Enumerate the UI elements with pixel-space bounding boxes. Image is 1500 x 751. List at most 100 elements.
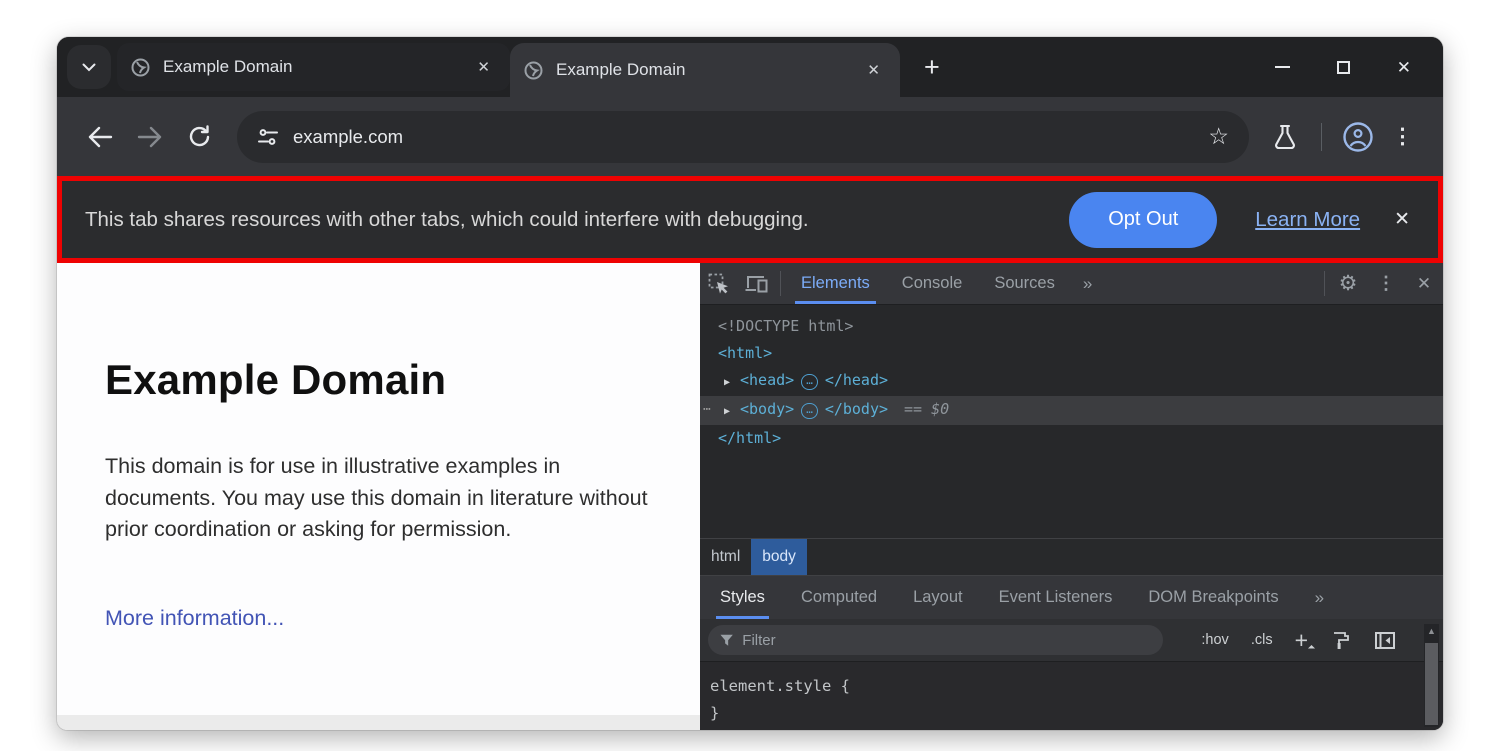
learn-more-link[interactable]: Learn More [1255,208,1360,232]
dom-node-html-open[interactable]: <html> [700,340,1443,367]
filter-funnel-icon [720,634,733,647]
inspect-cursor-icon [708,273,730,295]
tab-title: Example Domain [163,57,471,77]
window-close-button[interactable]: ✕ [1397,59,1411,76]
new-tab-button[interactable]: + [916,52,948,83]
tab-close-icon[interactable]: ✕ [471,56,496,78]
tab-styles[interactable]: Styles [720,576,765,619]
minimize-button[interactable] [1275,66,1290,68]
doctype-text: <!DOCTYPE html> [718,317,853,335]
infobar-close-icon[interactable]: ✕ [1394,208,1410,231]
dom-breadcrumb: html body [700,538,1443,575]
back-arrow-icon [87,126,113,148]
filter-field[interactable] [708,625,1163,655]
settings-gear-icon[interactable]: ⚙ [1329,263,1367,304]
styles-filter-bar: :hov .cls + [700,619,1443,662]
rendering-brush-button[interactable] [1332,631,1351,650]
scrollbar-up-icon[interactable]: ▲ [1424,626,1439,636]
more-information-link[interactable]: More information... [105,606,284,631]
device-toolbar-button[interactable] [738,263,776,304]
tab-layout[interactable]: Layout [913,576,963,619]
forward-button[interactable] [130,117,170,157]
tab-close-icon[interactable]: ✕ [861,59,886,81]
more-tabs-button[interactable]: » [1071,263,1102,304]
sharing-infobar: This tab shares resources with other tab… [57,176,1443,263]
maximize-button[interactable] [1337,61,1350,74]
profile-avatar-icon [1342,121,1374,153]
toolbar-divider [1321,123,1322,151]
dom-node-head[interactable]: ▶<head>…</head> [700,367,1443,396]
flask-icon [1273,124,1297,150]
globe-favicon-icon [131,58,150,77]
new-style-rule-button[interactable]: + [1295,629,1308,652]
globe-favicon-icon [524,61,543,80]
tab-event-listeners[interactable]: Event Listeners [999,576,1113,619]
reload-icon [188,125,212,149]
styles-editor[interactable]: element.style { } [700,662,1443,730]
paint-brush-icon [1332,631,1351,650]
breadcrumb-body[interactable]: body [751,539,807,575]
expand-arrow-icon[interactable]: ▶ [724,398,740,425]
tab-sources[interactable]: Sources [978,263,1071,304]
url-text[interactable]: example.com [293,126,1208,148]
device-toolbar-icon [745,274,769,294]
experiments-button[interactable] [1273,124,1297,150]
content-area: Example Domain This domain is for use in… [57,263,1443,730]
page-horizontal-scrollbar[interactable] [57,715,700,730]
scrollbar-thumb[interactable] [1425,643,1438,725]
browser-window: Example Domain ✕ Example Domain ✕ + ✕ [57,37,1443,730]
selected-node-hint: == $0 [904,400,949,418]
tab-example-domain-2[interactable]: Example Domain ✕ [510,43,900,97]
tab-title: Example Domain [556,60,861,80]
devtools-toolbar-divider [780,271,781,296]
tab-computed[interactable]: Computed [801,576,877,619]
class-toggle[interactable]: .cls [1251,632,1273,648]
tab-elements[interactable]: Elements [785,263,886,304]
browser-menu-button[interactable]: ⋮ [1380,124,1425,149]
site-settings-icon [257,128,279,146]
browser-toolbar: example.com ☆ ⋮ [57,97,1443,176]
style-rule-selector[interactable]: element.style { [710,673,1443,700]
bookmark-star-icon[interactable]: ☆ [1208,123,1229,150]
collapsed-content-icon[interactable]: … [801,403,818,419]
tab-example-domain-1[interactable]: Example Domain ✕ [117,43,510,91]
page-paragraph: This domain is for use in illustrative e… [105,451,650,546]
devtools-toolbar-right: ⚙ ⋮ ✕ [1320,263,1443,304]
devtools-toolbar: Elements Console Sources » ⚙ ⋮ ✕ [700,263,1443,305]
expand-arrow-icon[interactable]: ▶ [724,369,740,396]
infobar-message: This tab shares resources with other tab… [85,208,809,232]
sidebar-tabs: Styles Computed Layout Event Listeners D… [700,575,1443,619]
inspect-element-button[interactable] [700,263,738,304]
tab-search-button[interactable] [67,45,111,89]
page-title: Example Domain [105,356,446,404]
devtools-panel: Elements Console Sources » ⚙ ⋮ ✕ <!DOCTY… [700,263,1443,730]
profile-button[interactable] [1342,121,1374,153]
filter-input[interactable] [742,632,1151,649]
toggle-sidebar-button[interactable] [1375,632,1395,649]
reload-button[interactable] [180,117,220,157]
collapsed-content-icon[interactable]: … [801,374,818,390]
address-bar[interactable]: example.com ☆ [237,111,1249,163]
styles-scrollbar[interactable]: ▲ [1424,624,1439,727]
panel-toggle-icon [1375,632,1395,649]
devtools-close-button[interactable]: ✕ [1405,263,1443,304]
devtools-toolbar-divider [1324,271,1325,296]
style-rule-close: } [710,700,1443,727]
dom-node-body-selected[interactable]: ⋯ ▶<body>…</body>== $0 [700,396,1443,425]
dom-node-html-close[interactable]: </html> [700,425,1443,452]
forward-arrow-icon [137,126,163,148]
tab-console[interactable]: Console [886,263,979,304]
webpage-viewport: Example Domain This domain is for use in… [57,263,700,730]
more-sidebar-tabs-button[interactable]: » [1315,588,1322,608]
dom-node-doctype[interactable]: <!DOCTYPE html> [700,313,1443,340]
gutter-dots-icon[interactable]: ⋯ [703,396,711,423]
tab-dom-breakpoints[interactable]: DOM Breakpoints [1148,576,1278,619]
back-button[interactable] [80,117,120,157]
devtools-menu-button[interactable]: ⋮ [1367,263,1405,304]
chevron-down-icon [82,63,96,72]
hover-state-toggle[interactable]: :hov [1201,632,1228,648]
dom-tree: <!DOCTYPE html> <html> ▶<head>…</head> ⋯… [700,305,1443,538]
window-controls: ✕ [1275,59,1443,76]
breadcrumb-html[interactable]: html [700,539,751,575]
opt-out-button[interactable]: Opt Out [1069,192,1217,248]
